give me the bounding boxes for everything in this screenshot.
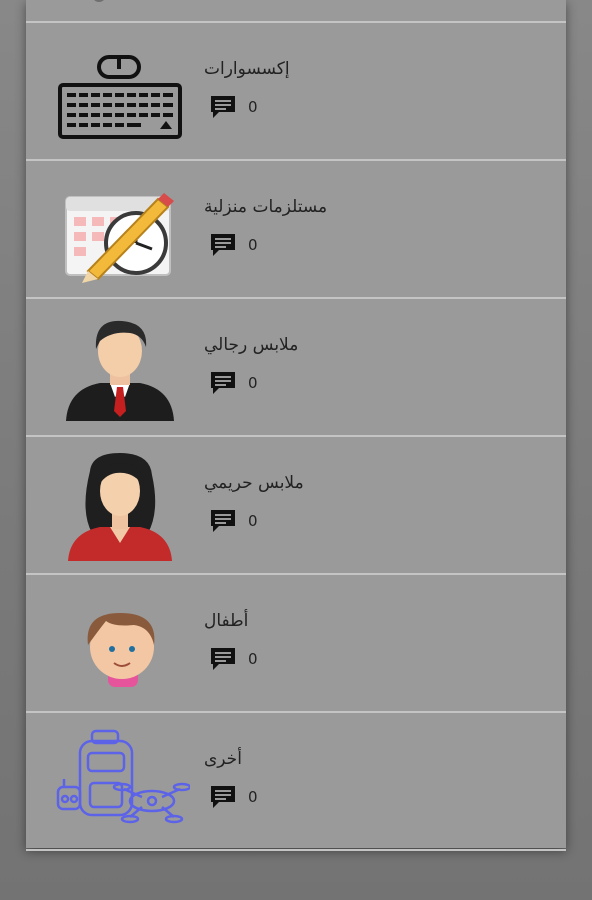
woman-avatar-icon <box>50 451 190 561</box>
comment-icon <box>210 509 236 533</box>
category-title: مستلزمات منزلية <box>204 197 328 217</box>
category-title: ملابس رجالي <box>204 335 299 355</box>
partial-thumbnail-icon <box>92 0 106 2</box>
list-item-household[interactable]: مستلزمات منزلية 0 <box>26 161 566 299</box>
comment-icon <box>210 371 236 395</box>
comment-icon <box>210 785 236 809</box>
list-item-women-clothing[interactable]: ملابس حريمي 0 <box>26 437 566 575</box>
backpack-drone-icon <box>50 727 190 837</box>
comment-count: 0 <box>210 233 258 257</box>
previous-list-item-edge[interactable] <box>26 0 566 23</box>
list-item-other[interactable]: أخرى 0 <box>26 713 566 851</box>
man-avatar-icon <box>50 313 190 423</box>
comment-count-value: 0 <box>248 788 258 806</box>
keyboard-mouse-icon <box>50 37 190 147</box>
comment-icon <box>210 233 236 257</box>
comment-icon <box>210 95 236 119</box>
comment-count-value: 0 <box>248 236 258 254</box>
comment-count: 0 <box>210 785 258 809</box>
list-item-men-clothing[interactable]: ملابس رجالي 0 <box>26 299 566 437</box>
comment-count-value: 0 <box>248 650 258 668</box>
comment-icon <box>210 647 236 671</box>
comment-count: 0 <box>210 647 258 671</box>
comment-count-value: 0 <box>248 98 258 116</box>
child-face-icon <box>50 589 190 699</box>
comment-count: 0 <box>210 371 258 395</box>
category-title: أطفال <box>204 611 249 631</box>
comment-count: 0 <box>210 509 258 533</box>
comment-count-value: 0 <box>248 374 258 392</box>
category-title: إكسسوارات <box>204 59 290 79</box>
category-title: ملابس حريمي <box>204 473 304 493</box>
comment-count-value: 0 <box>248 512 258 530</box>
list-item-kids[interactable]: أطفال 0 <box>26 575 566 713</box>
category-title: أخرى <box>204 749 242 769</box>
category-list: إكسسوارات 0 مستلزمات منزلية 0 ملابس رجال… <box>26 0 566 851</box>
comment-count: 0 <box>210 95 258 119</box>
list-item-accessories[interactable]: إكسسوارات 0 <box>26 23 566 161</box>
calendar-clock-pencil-icon <box>50 175 190 285</box>
